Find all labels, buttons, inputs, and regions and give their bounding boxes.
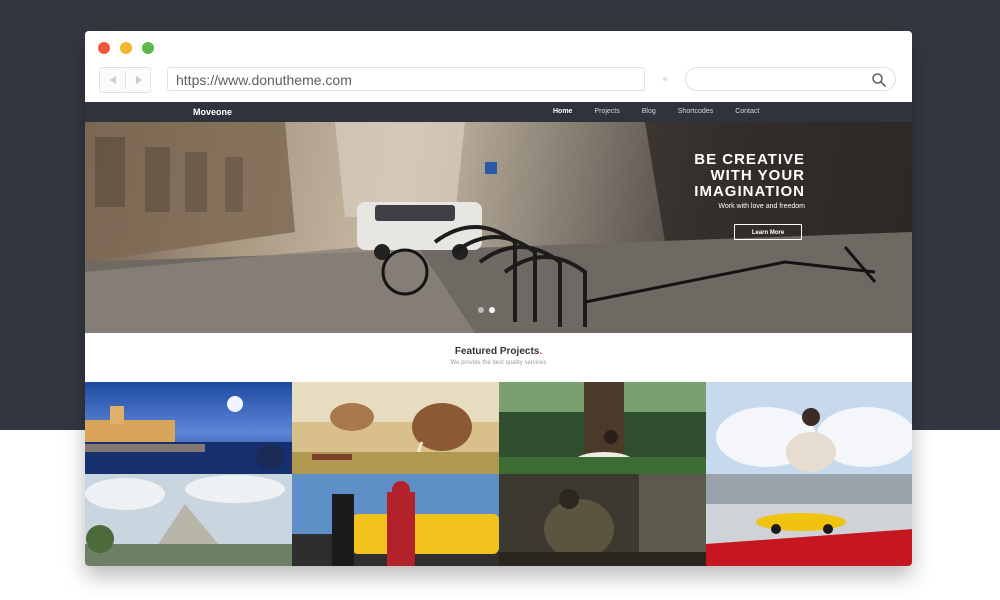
close-window-button[interactable] [98, 42, 110, 54]
slider-pagination [478, 307, 500, 313]
project-tile-forest-lady[interactable] [499, 382, 706, 474]
hero-heading-line-1: BE CREATIVE [694, 151, 805, 168]
search-icon[interactable] [871, 72, 887, 88]
angel-image [706, 382, 912, 474]
soldier-image [499, 474, 706, 566]
back-arrow-icon [109, 76, 116, 84]
menu-item-blog[interactable]: Blog [642, 102, 656, 122]
project-tile-mammoths[interactable] [292, 382, 499, 474]
maximize-window-button[interactable] [142, 42, 154, 54]
featured-projects-title: Featured Projects [454, 346, 540, 357]
site-navbar: Moveone Home Projects Blog Shortcodes Co… [85, 102, 912, 122]
hero-slider: BE CREATIVE WITH YOUR IMAGINATION Work w… [85, 122, 912, 333]
web-page-viewport: Moveone Home Projects Blog Shortcodes Co… [85, 102, 912, 566]
learn-more-button[interactable]: Learn More [734, 224, 802, 240]
castle-night-image [85, 382, 292, 474]
mammoths-image [292, 382, 499, 474]
slider-dot[interactable] [478, 307, 484, 313]
address-bar[interactable]: https://www.donutheme.com [167, 67, 645, 91]
menu-item-shortcodes[interactable]: Shortcodes [678, 102, 713, 122]
project-tile-castle-night[interactable] [85, 382, 292, 474]
heroes-taxi-image [292, 474, 499, 566]
minimize-window-button[interactable] [120, 42, 132, 54]
browser-toolbar: https://www.donutheme.com [85, 31, 912, 102]
project-tile-soldier[interactable] [499, 474, 706, 566]
hero-heading-line-3: IMAGINATION [694, 183, 805, 200]
project-tile-angel[interactable] [706, 382, 912, 474]
forest-lady-image [499, 382, 706, 474]
forward-arrow-icon [135, 76, 142, 84]
back-button[interactable] [100, 68, 125, 92]
browser-window: https://www.donutheme.com Moveone Home P… [85, 31, 912, 566]
hero-heading: BE CREATIVE WITH YOUR IMAGINATION [585, 152, 805, 200]
hero-subtitle: Work with love and freedom [718, 203, 805, 210]
browser-search-input[interactable] [685, 67, 896, 91]
project-tile-heroes-taxi[interactable] [292, 474, 499, 566]
menu-item-projects[interactable]: Projects [594, 102, 619, 122]
fantasy-city-image [85, 474, 292, 566]
site-logo[interactable]: Moveone [193, 102, 232, 122]
sports-car-image [706, 474, 912, 566]
project-tile-sports-car[interactable] [706, 474, 912, 566]
menu-item-contact[interactable]: Contact [735, 102, 759, 122]
featured-projects-heading: Featured Projects. [85, 346, 912, 357]
featured-projects-subtitle: We provide the best quality services [450, 360, 547, 366]
project-gallery [85, 382, 912, 566]
hero-heading-line-2: WITH YOUR [710, 167, 805, 184]
forward-button[interactable] [126, 68, 151, 92]
slider-dot-active[interactable] [489, 307, 495, 313]
history-buttons [99, 67, 151, 93]
project-tile-fantasy-city[interactable] [85, 474, 292, 566]
site-menu: Home Projects Blog Shortcodes Contact [553, 102, 781, 122]
heading-accent-mark: . [539, 346, 543, 357]
menu-item-home[interactable]: Home [553, 102, 572, 122]
toolbar-separator [663, 77, 667, 81]
